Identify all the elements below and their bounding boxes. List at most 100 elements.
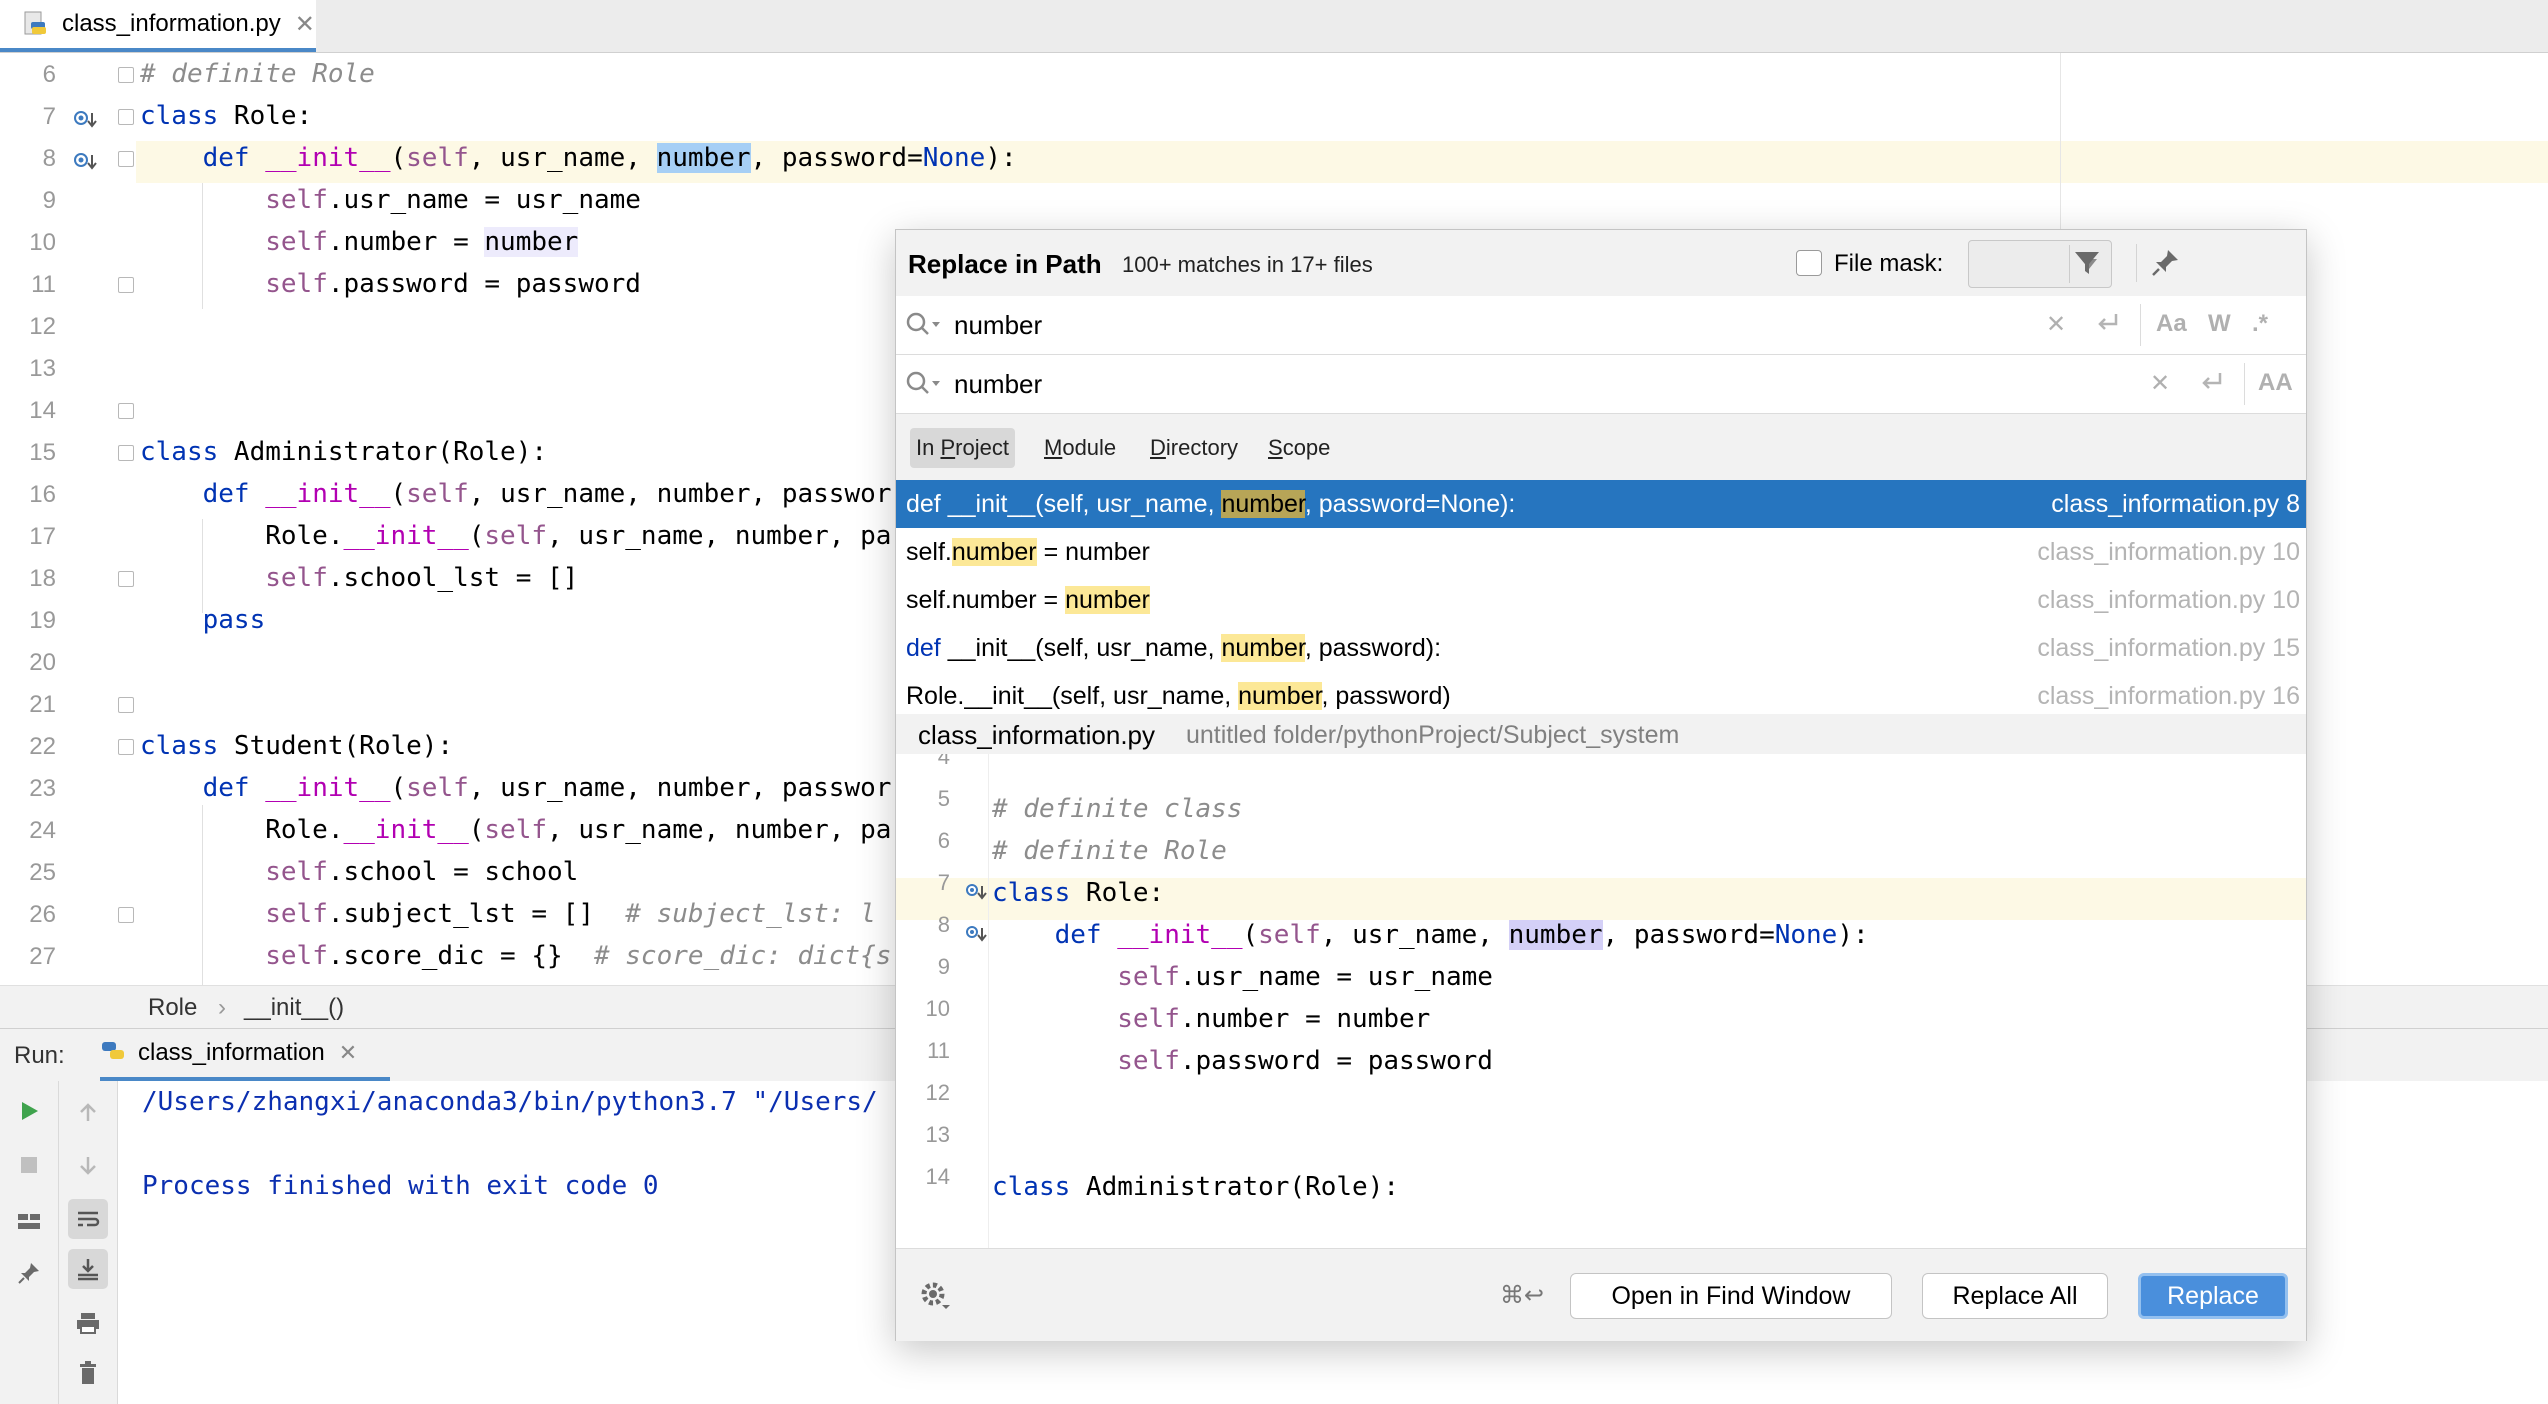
line-number: 9 (42, 187, 56, 214)
code-line: Role.__init__(self, usr_name, number, pa (140, 815, 892, 845)
line-number: 19 (29, 607, 56, 634)
fold-marker-icon[interactable] (118, 697, 134, 713)
run-tab-label: class_information (138, 1039, 325, 1066)
search-field[interactable]: number ✕ Aa W .* (896, 296, 2306, 355)
whole-word-toggle[interactable]: W (2208, 310, 2231, 338)
replace-multiline-icon[interactable] (2198, 369, 2226, 402)
file-tab[interactable]: class_information.py ✕ (0, 0, 316, 52)
dialog-footer: ⌘↩ Open in Find Window Replace All Repla… (896, 1248, 2306, 1341)
preview-header: class_information.py untitled folder/pyt… (896, 714, 2306, 754)
dialog-title: Replace in Path (908, 249, 1102, 279)
code-preview[interactable]: 4 5 6 7 8 9 10 11 12 13 14 # definite cl… (896, 754, 2306, 1248)
replace-all-button[interactable]: Replace All (1922, 1273, 2108, 1319)
line-number: 24 (29, 817, 56, 844)
line-number: 8 (42, 145, 56, 172)
line-number: 14 (29, 397, 56, 424)
preserve-case-toggle[interactable]: AA (2258, 369, 2293, 397)
result-row[interactable]: Role.__init__(self, usr_name, number, pa… (896, 672, 2306, 714)
soft-wrap-icon[interactable] (68, 1199, 108, 1239)
pin-dialog-icon[interactable] (2146, 244, 2184, 282)
close-run-tab-icon[interactable]: ✕ (339, 1040, 357, 1066)
replace-button[interactable]: Replace (2138, 1273, 2288, 1319)
fold-marker-icon[interactable] (118, 151, 134, 167)
fold-marker-icon[interactable] (118, 403, 134, 419)
code-line: class Role: (140, 101, 313, 131)
search-input[interactable]: number (954, 310, 1042, 341)
line-number: 10 (29, 229, 56, 256)
override-marker-icon[interactable] (966, 882, 988, 909)
scroll-down-icon[interactable] (68, 1145, 108, 1185)
pin-icon[interactable] (9, 1253, 49, 1293)
code-line: def __init__(self, usr_name, number, pas… (202, 143, 1017, 173)
multiline-icon[interactable] (2094, 310, 2122, 343)
replace-in-path-dialog[interactable]: Replace in Path 100+ matches in 17+ file… (895, 229, 2307, 1341)
breadcrumb-class[interactable]: Role (148, 994, 197, 1022)
match-case-toggle[interactable]: Aa (2156, 310, 2187, 338)
breadcrumb-method[interactable]: __init__() (244, 994, 344, 1022)
code-line: class Student(Role): (140, 731, 454, 761)
line-number: 25 (29, 859, 56, 886)
clear-search-icon[interactable]: ✕ (2046, 310, 2066, 339)
layout-icon[interactable] (9, 1201, 49, 1241)
override-marker-icon[interactable] (966, 924, 988, 951)
fold-marker-icon[interactable] (118, 907, 134, 923)
code-line: self.usr_name = usr_name (265, 185, 641, 215)
rerun-icon[interactable] (9, 1091, 49, 1131)
replace-field[interactable]: number ✕ AA (896, 355, 2306, 414)
line-number: 13 (29, 355, 56, 382)
scope-tabs: In Project Module Directory Scope (896, 414, 2306, 481)
clear-replace-icon[interactable]: ✕ (2150, 369, 2170, 398)
fold-marker-icon[interactable] (118, 277, 134, 293)
code-line: self.school = school (265, 857, 579, 887)
preview-code-line: self.usr_name = usr_name (1117, 962, 1493, 992)
result-row[interactable]: def __init__(self, usr_name, number, pas… (896, 480, 2306, 528)
fold-marker-icon[interactable] (118, 571, 134, 587)
result-row[interactable]: self.number = number class_information.p… (896, 528, 2306, 576)
stop-icon[interactable] (9, 1145, 49, 1185)
result-row[interactable]: def __init__(self, usr_name, number, pas… (896, 624, 2306, 672)
preview-line-number: 10 (925, 996, 950, 1021)
line-number: 21 (29, 691, 56, 718)
preview-line-number: 7 (937, 870, 950, 895)
override-marker-icon[interactable] (72, 149, 98, 175)
filter-icon[interactable] (2068, 244, 2106, 282)
search-history-icon[interactable] (904, 310, 944, 345)
scroll-to-end-icon[interactable] (68, 1249, 108, 1289)
preview-line-number: 4 (937, 754, 950, 769)
line-number: 15 (29, 439, 56, 466)
scope-directory[interactable]: Directory (1144, 428, 1244, 468)
fold-marker-icon[interactable] (118, 109, 134, 125)
replace-history-icon[interactable] (904, 369, 944, 404)
replace-input[interactable]: number (954, 369, 1042, 400)
line-number: 11 (31, 271, 56, 298)
fold-marker-icon[interactable] (118, 67, 134, 83)
preview-path: untitled folder/pythonProject/Subject_sy… (1186, 721, 1680, 749)
code-line: class Administrator(Role): (140, 437, 548, 467)
code-line: self.number = number (265, 227, 579, 257)
scope-scope[interactable]: Scope (1262, 428, 1336, 468)
regex-toggle[interactable]: .* (2252, 310, 2268, 338)
results-list[interactable]: def __init__(self, usr_name, number, pas… (896, 480, 2306, 715)
scope-module[interactable]: Module (1038, 428, 1122, 468)
preview-code-line: self.number = number (1117, 1004, 1431, 1034)
fold-marker-icon[interactable] (118, 445, 134, 461)
close-tab-icon[interactable]: ✕ (295, 10, 315, 39)
console-output-line: Process finished with exit code 0 (142, 1171, 659, 1201)
settings-gear-icon[interactable] (918, 1279, 952, 1318)
print-icon[interactable] (68, 1303, 108, 1343)
trash-icon[interactable] (68, 1353, 108, 1393)
code-line: def __init__(self, usr_name, number, pas… (202, 773, 892, 803)
open-in-find-window-button[interactable]: Open in Find Window (1570, 1273, 1892, 1319)
breadcrumb-separator: › (218, 994, 226, 1021)
result-row[interactable]: self.number = number class_information.p… (896, 576, 2306, 624)
line-number: 12 (29, 313, 56, 340)
run-tab[interactable]: class_information ✕ (100, 1029, 390, 1081)
override-marker-icon[interactable] (72, 107, 98, 133)
file-mask-label: File mask: (1834, 250, 1944, 277)
fold-marker-icon[interactable] (118, 739, 134, 755)
scope-in-project[interactable]: In Project (910, 428, 1015, 468)
result-file: class_information.py 15 (2037, 634, 2300, 662)
file-mask-checkbox[interactable] (1796, 250, 1822, 276)
scroll-up-icon[interactable] (68, 1093, 108, 1133)
preview-line-number: 14 (925, 1164, 950, 1189)
